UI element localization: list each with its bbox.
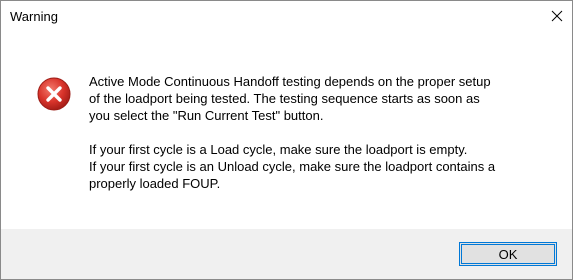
message-line: you select the "Run Current Test" button… — [89, 108, 324, 123]
close-icon — [551, 10, 563, 22]
ok-button[interactable]: OK — [459, 242, 557, 266]
error-icon — [37, 77, 71, 111]
message-line: properly loaded FOUP. — [89, 176, 221, 191]
warning-message: Active Mode Continuous Handoff testing d… — [89, 73, 559, 192]
warning-dialog: Warning Active Mode Continuous Handoff t… — [0, 0, 573, 280]
title-bar: Warning — [1, 1, 572, 31]
message-line: If your first cycle is a Load cycle, mak… — [89, 142, 468, 157]
dialog-content: Active Mode Continuous Handoff testing d… — [1, 31, 572, 231]
close-button[interactable] — [542, 1, 572, 31]
message-line: If your first cycle is an Unload cycle, … — [89, 159, 496, 174]
message-line: of the loadport being tested. The testin… — [89, 91, 480, 106]
window-title: Warning — [10, 9, 58, 24]
button-bar: OK — [1, 229, 572, 279]
message-line: Active Mode Continuous Handoff testing d… — [89, 74, 491, 89]
